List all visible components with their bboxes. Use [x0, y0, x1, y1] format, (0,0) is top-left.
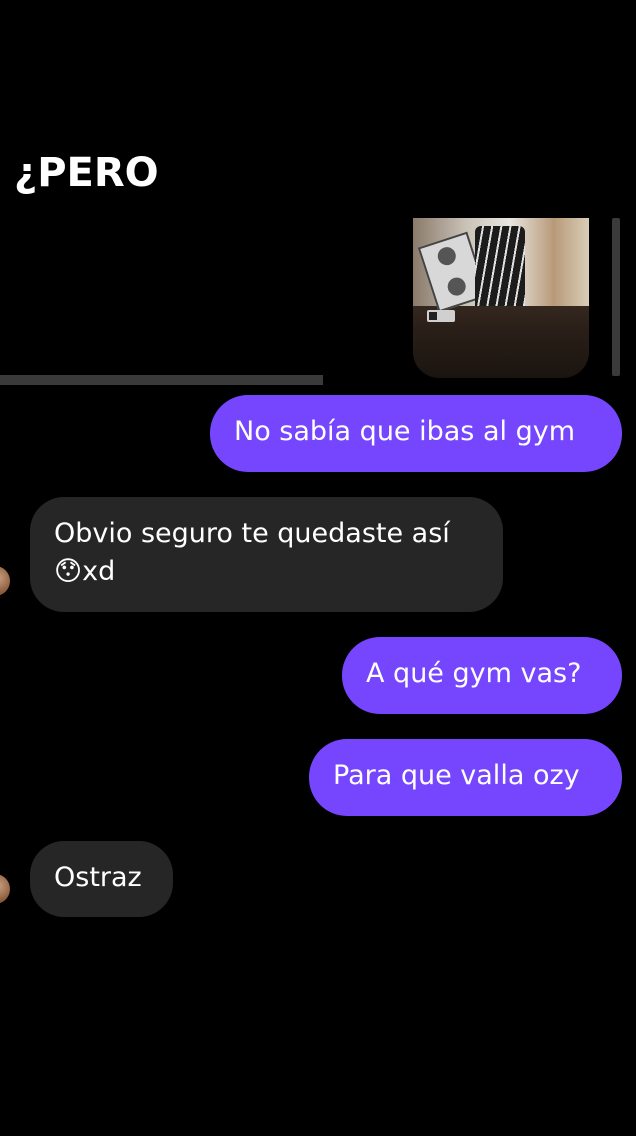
message-bubble-incoming[interactable]: Obvio seguro te quedaste así 😯xd [30, 497, 503, 612]
message-bubble-outgoing[interactable]: Para que valla ozy [309, 739, 622, 816]
music-sticker-icon [427, 310, 455, 322]
scroll-indicator [612, 218, 620, 376]
contact-avatar[interactable] [0, 566, 10, 596]
person-image [475, 226, 525, 306]
story-photo [413, 218, 589, 313]
overlay-caption: ¿PERO [14, 150, 159, 196]
message-bubble-incoming[interactable]: Ostraz [30, 841, 173, 917]
story-reply-divider [0, 375, 323, 385]
message-bubble-outgoing[interactable]: A qué gym vas? [342, 637, 622, 714]
story-reply-thumbnail[interactable] [413, 218, 589, 378]
contact-avatar[interactable] [0, 874, 10, 904]
chat-screen: ¿PERO No sabía que ibas al gym Obvio seg… [0, 0, 636, 1136]
message-bubble-outgoing[interactable]: No sabía que ibas al gym [210, 395, 622, 472]
